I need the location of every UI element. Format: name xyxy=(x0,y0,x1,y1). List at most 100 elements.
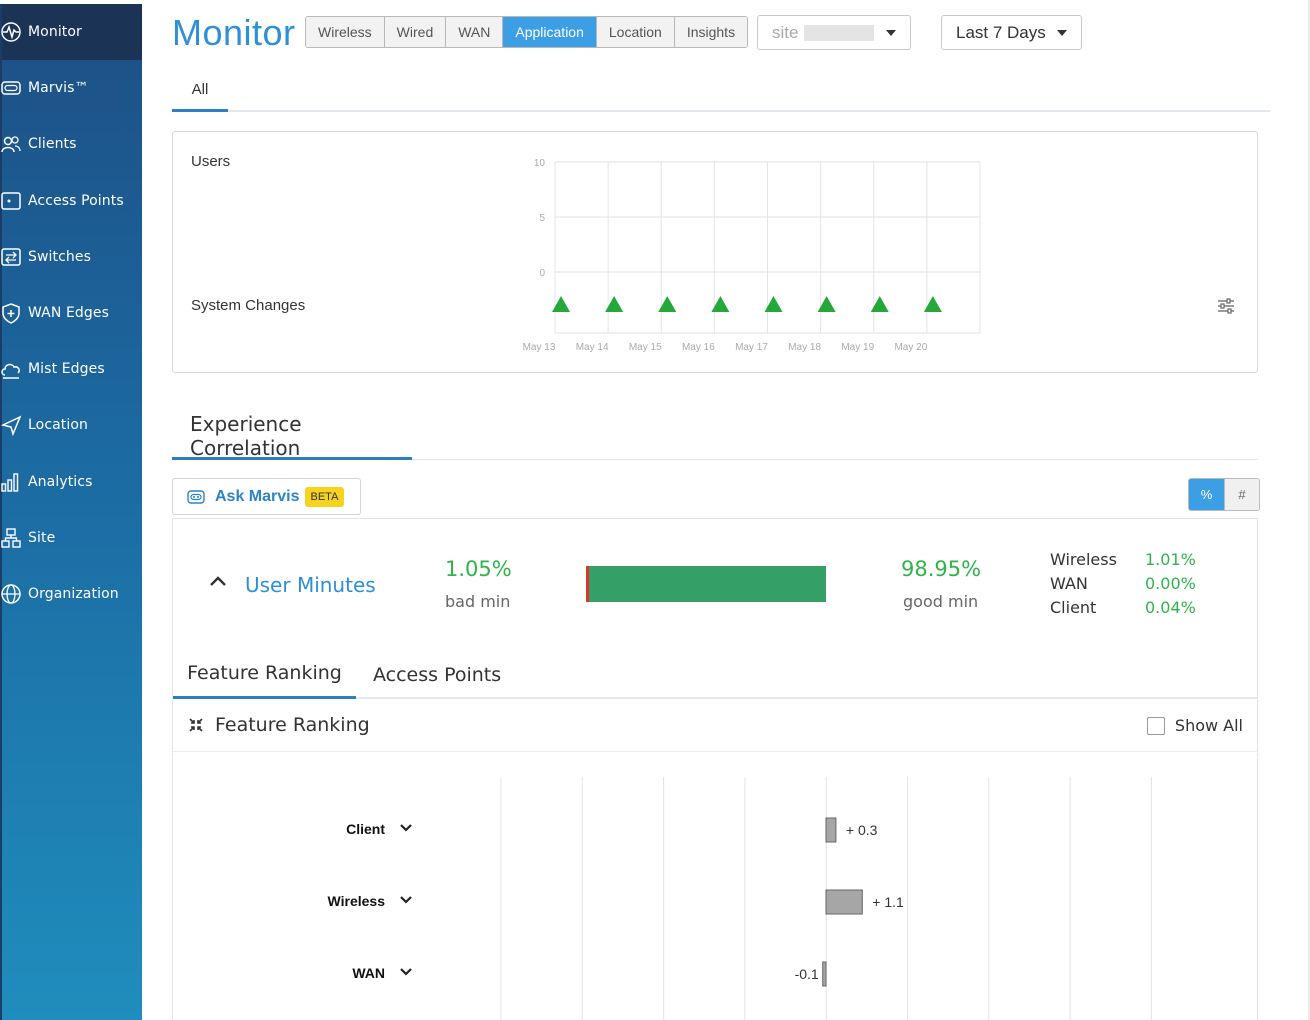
breakdown-label: Wireless xyxy=(1050,550,1117,569)
caret-down-icon xyxy=(886,29,896,36)
x-tick-label: May 18 xyxy=(788,342,821,353)
tab-access-points[interactable]: Access Points xyxy=(373,650,501,699)
system-changes-label: System Changes xyxy=(191,297,306,314)
ask-marvis-button[interactable]: Ask Marvis BETA xyxy=(172,478,361,515)
segment-wireless[interactable]: Wireless xyxy=(306,17,385,47)
sidebar-item-switches[interactable]: Switches xyxy=(0,229,142,285)
sidebar-item-label: Clients xyxy=(28,136,77,153)
user-minutes-card: User Minutes 1.05% bad min 98.95% good m… xyxy=(172,518,1258,650)
breakdown-label: WAN xyxy=(1050,574,1088,593)
sidebar-item-label: Site xyxy=(28,529,56,546)
sidebar-item-marvis[interactable]: Marvis™ xyxy=(1,60,142,116)
sidebar-item-site[interactable]: Site xyxy=(0,510,142,566)
breakdown-value: 1.01% xyxy=(1145,550,1196,569)
show-all-label: Show All xyxy=(1174,716,1243,735)
user-minutes-link[interactable]: User Minutes xyxy=(245,573,376,597)
good-minutes-label: good min xyxy=(903,592,979,611)
checkbox-box[interactable] xyxy=(1146,716,1165,735)
x-tick-label: May 20 xyxy=(894,342,927,353)
feature-ranking-chart-area: + 0.3 + 1.1 -0.1 Client Wireless WAN xyxy=(172,753,1258,1020)
sidebar-item-label: Switches xyxy=(28,248,91,265)
segment-wan[interactable]: WAN xyxy=(446,17,504,47)
feature-row-client[interactable]: Client xyxy=(235,820,413,838)
breakdown-value: 0.04% xyxy=(1145,598,1196,617)
wan-edge-icon xyxy=(0,300,26,326)
feature-ranking-title: Feature Ranking xyxy=(215,714,370,736)
segment-location[interactable]: Location xyxy=(596,17,675,47)
segment-application[interactable]: Application xyxy=(503,17,597,47)
chevron-down-icon[interactable] xyxy=(399,892,413,910)
sidebar-item-location[interactable]: Location xyxy=(0,397,142,453)
caret-down-icon xyxy=(1057,29,1067,36)
feature-value-label: + 1.1 xyxy=(872,894,904,910)
monitor-type-selector: Wireless Wired WAN Application Location Insig… xyxy=(305,16,749,48)
filter-settings-icon[interactable] xyxy=(1217,298,1235,314)
sidebar-item-clients[interactable]: Clients xyxy=(0,116,142,172)
view-tabs: All xyxy=(172,70,1270,112)
y-tick-label: 5 xyxy=(539,213,545,224)
x-tick-label: May 14 xyxy=(576,342,609,353)
analytics-icon xyxy=(0,469,26,495)
sidebar-item-analytics[interactable]: Analytics xyxy=(0,454,142,510)
feature-bar[interactable] xyxy=(825,889,863,915)
sidebar-item-mist-edges[interactable]: Mist Edges xyxy=(1,341,142,397)
experience-correlation-header: Experience Correlation xyxy=(172,412,1258,460)
feature-row-wireless[interactable]: Wireless xyxy=(235,892,413,910)
show-all-checkbox[interactable]: Show All xyxy=(1146,716,1243,735)
location-icon xyxy=(0,412,26,438)
breakdown-value: 0.00% xyxy=(1145,574,1196,593)
time-range-label: Last 7 Days xyxy=(956,22,1046,42)
sidebar-item-wan-edges[interactable]: WAN Edges xyxy=(2,285,142,341)
x-tick-label: May 15 xyxy=(629,342,662,353)
sidebar-item-monitor[interactable]: Monitor xyxy=(0,4,142,60)
sidebar-item-label: Analytics xyxy=(28,473,93,490)
feature-bar[interactable] xyxy=(822,961,827,987)
marvis-icon xyxy=(187,489,205,504)
feature-bar[interactable] xyxy=(825,817,837,843)
sidebar-item-label: Access Points xyxy=(28,192,124,209)
sidebar-item-organization[interactable]: Organization xyxy=(1,566,142,622)
user-minutes-bar[interactable] xyxy=(586,566,826,602)
feature-value-label: + 0.3 xyxy=(846,822,878,838)
users-label: Users xyxy=(191,153,231,170)
site-name-redacted xyxy=(804,24,875,41)
clients-icon xyxy=(0,131,26,157)
time-range-dropdown[interactable]: Last 7 Days xyxy=(941,15,1082,50)
chevron-down-icon[interactable] xyxy=(399,964,413,982)
y-tick-label: 0 xyxy=(539,268,545,279)
chevron-down-icon[interactable] xyxy=(399,820,413,838)
tab-experience-correlation[interactable]: Experience Correlation xyxy=(172,412,412,460)
feature-name: WAN xyxy=(352,965,385,981)
x-tick-label: May 13 xyxy=(523,342,556,353)
site-icon xyxy=(0,525,26,551)
sidebar-item-access-points[interactable]: Access Points xyxy=(1,173,142,229)
x-tick-label: May 19 xyxy=(841,342,874,353)
percent-toggle-button[interactable]: % xyxy=(1189,479,1224,510)
sidebar-item-label: WAN Edges xyxy=(28,305,110,321)
sidebar: Monitor Marvis™ Clients Access Points Switch… xyxy=(0,4,142,1020)
count-toggle-button[interactable]: # xyxy=(1224,479,1259,510)
y-tick-label: 10 xyxy=(534,158,546,169)
site-dropdown[interactable]: site xyxy=(757,15,911,50)
feature-name: Client xyxy=(346,821,385,837)
feature-name: Wireless xyxy=(327,893,385,909)
feature-value-label: -0.1 xyxy=(795,966,819,982)
chevron-up-icon[interactable] xyxy=(209,575,227,587)
correlation-sub-tabs: Feature Ranking Access Points xyxy=(172,650,1258,699)
bad-minutes-label: bad min xyxy=(445,592,511,611)
feature-row-wan[interactable]: WAN xyxy=(235,964,413,982)
collapse-arrows-icon[interactable] xyxy=(189,718,203,732)
segment-wired[interactable]: Wired xyxy=(384,17,447,47)
tab-feature-ranking[interactable]: Feature Ranking xyxy=(173,650,356,699)
monitor-pulse-icon xyxy=(0,19,26,45)
page-title: Monitor xyxy=(172,12,296,53)
x-tick-label: May 17 xyxy=(735,342,768,353)
tab-all[interactable]: All xyxy=(172,70,228,112)
beta-badge: BETA xyxy=(304,486,345,507)
sidebar-item-label: Location xyxy=(28,417,89,434)
feature-ranking-header: Feature Ranking Show All xyxy=(172,700,1258,752)
segment-insights[interactable]: Insights xyxy=(674,17,748,47)
switch-icon xyxy=(0,244,26,270)
breakdown-label: Client xyxy=(1050,598,1097,617)
ask-marvis-label: Ask Marvis xyxy=(215,487,300,505)
